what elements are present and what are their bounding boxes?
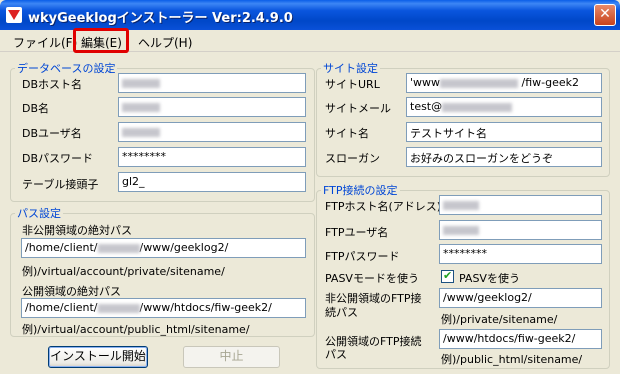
- public-path-label: 公開領域の絶対パス: [22, 285, 121, 298]
- private-path-prefix: /home/client/: [25, 241, 98, 254]
- menu-help[interactable]: ヘルプ(H): [138, 34, 192, 51]
- site-url-prefix: 'www: [410, 76, 441, 89]
- private-path-input[interactable]: /home/client/ /www/geeklog2/: [21, 238, 306, 258]
- site-url-label: サイトURL: [325, 78, 380, 91]
- ftp-public-label-line2: パス: [325, 348, 347, 361]
- ftp-private-example: 例)/private/sitename/: [441, 313, 558, 326]
- db-host-input[interactable]: [118, 73, 306, 93]
- private-path-suffix: /www/geeklog2/: [139, 241, 229, 254]
- menu-edit-highlight: [73, 28, 129, 53]
- db-password-input[interactable]: ********: [118, 147, 306, 167]
- private-path-label: 非公開領域の絶対パス: [22, 224, 132, 237]
- ftp-public-path-input[interactable]: /www/htdocs/fiw-geek2/: [439, 329, 602, 349]
- db-prefix-label: テーブル接頭子: [22, 178, 99, 191]
- site-legend: サイト設定: [323, 62, 378, 75]
- site-name-input[interactable]: テストサイト名: [406, 122, 602, 142]
- site-slogan-label: スローガン: [325, 152, 380, 165]
- db-user-label: DBユーザ名: [22, 127, 82, 140]
- site-mail-label: サイトメール: [325, 102, 391, 115]
- public-path-suffix: /www/htdocs/fiw-geek2/: [139, 301, 272, 314]
- database-legend: データベースの設定: [17, 62, 116, 75]
- menu-file[interactable]: ファイル(F): [13, 34, 77, 51]
- public-path-input[interactable]: /home/client/ /www/htdocs/fiw-geek2/: [21, 298, 306, 318]
- site-name-label: サイト名: [325, 127, 369, 140]
- cancel-button[interactable]: 中止: [183, 346, 280, 368]
- db-prefix-input[interactable]: gl2_: [118, 172, 306, 192]
- paths-legend: パス設定: [17, 207, 61, 220]
- ftp-user-label: FTPユーザ名: [325, 226, 389, 239]
- ftp-legend: FTP接続の設定: [323, 184, 398, 197]
- site-mail-value: test@: [410, 100, 443, 113]
- ftp-password-input[interactable]: ********: [439, 244, 602, 264]
- pasv-mode-label: PASVモードを使う: [325, 272, 419, 285]
- db-name-input[interactable]: [118, 97, 306, 117]
- site-mail-input[interactable]: test@: [406, 97, 602, 117]
- site-url-input[interactable]: 'www /fiw-geek2: [406, 73, 602, 93]
- pasv-checkbox-label[interactable]: PASVを使う: [459, 270, 520, 286]
- ftp-public-example: 例)/public_html/sitename/: [441, 353, 583, 366]
- ftp-private-path-input[interactable]: /www/geeklog2/: [439, 288, 602, 308]
- close-button[interactable]: ✕: [594, 4, 616, 26]
- window-title: wkyGeeklogインストーラー Ver:2.4.9.0: [28, 11, 293, 26]
- title-bar: wkyGeeklogインストーラー Ver:2.4.9.0 ✕: [0, 0, 620, 30]
- ftp-private-label-line2: 続パス: [325, 306, 358, 319]
- public-path-example: 例)/virtual/account/public_html/sitename/: [22, 323, 250, 336]
- ftp-password-label: FTPパスワード: [325, 250, 400, 263]
- ftp-host-input[interactable]: [439, 195, 602, 215]
- db-name-label: DB名: [22, 102, 50, 115]
- ftp-host-label: FTPホスト名(アドレス): [325, 200, 442, 213]
- ftp-user-input[interactable]: [439, 220, 602, 240]
- db-password-label: DBパスワード: [22, 152, 94, 165]
- private-path-example: 例)/virtual/account/private/sitename/: [22, 265, 225, 278]
- site-slogan-input[interactable]: お好みのスローガンをどうぞ: [406, 147, 602, 167]
- app-icon: [6, 7, 22, 23]
- db-host-label: DBホスト名: [22, 78, 83, 91]
- db-user-input[interactable]: [118, 122, 306, 142]
- install-start-button[interactable]: インストール開始: [48, 346, 148, 368]
- public-path-prefix: /home/client/: [25, 301, 98, 314]
- site-url-suffix: /fiw-geek2: [521, 76, 580, 89]
- pasv-checkbox[interactable]: [441, 269, 454, 283]
